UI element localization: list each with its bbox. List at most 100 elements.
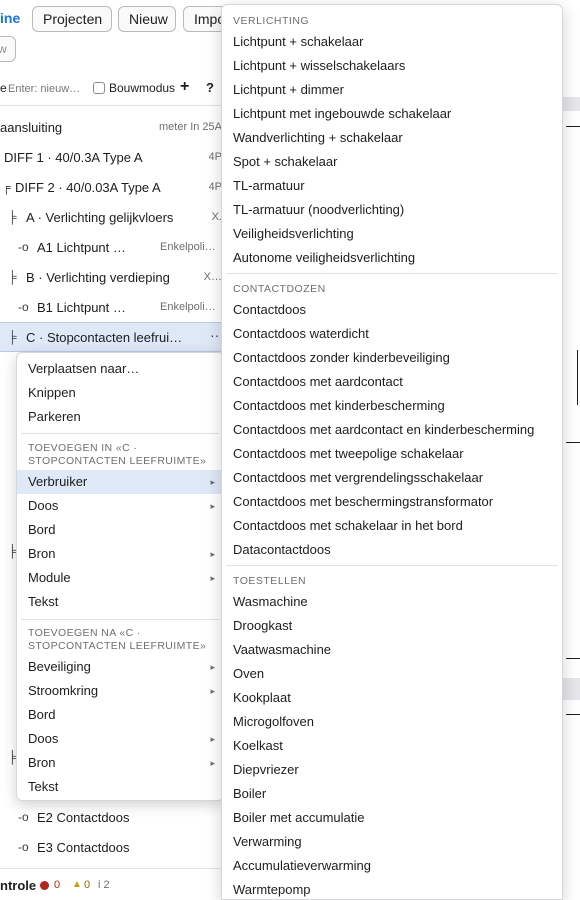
consumer-submenu: VERLICHTING Lichtpunt + schakelaar Licht… [221,4,563,900]
submenu-item[interactable]: Contactdoos [222,298,562,322]
menu-item-label: Bord [28,707,56,722]
menu-item-board[interactable]: Bord [17,518,223,542]
menu-item-move-to[interactable]: Verplaatsen naar… [17,357,223,381]
submenu-item[interactable]: Lichtpunt met ingebouwde schakelaar [222,102,562,126]
menu-item-text[interactable]: Tekst [17,590,223,614]
new-button[interactable]: Nieuw [118,6,176,32]
submenu-item[interactable]: Koelkast [222,734,562,758]
build-mode-checkbox[interactable] [93,82,105,94]
circuit-icon: ╞ [8,210,17,224]
row-label: C · Stopcontacten leefruimte [26,330,190,345]
menu-item-source[interactable]: Bron ▸ [17,751,223,775]
submenu-item[interactable]: Contactdoos met tweepolige schakelaar [222,442,562,466]
submenu-item[interactable]: Droogkast [222,614,562,638]
submenu-item[interactable]: Lichtpunt + dimmer [222,78,562,102]
tree-row-diff2[interactable]: ╒ DIFF 2 · 40/0.03A Type A 4P [0,174,228,202]
submenu-item[interactable]: Veiligheidsverlichting [222,222,562,246]
schematic-line [566,442,580,443]
tree-row-b1[interactable]: -o B1 Lichtpunt + schakelaar Enkelpoli… [0,294,228,322]
row-meta: Enkelpoli… [160,301,216,313]
help-icon[interactable]: ? [206,80,214,95]
tree-row-e2[interactable]: -o E2 Contactdoos [0,804,228,832]
menu-item-box[interactable]: Doos ▸ [17,727,223,751]
submenu-item[interactable]: Accumulatieverwarming [222,854,562,878]
submenu-item[interactable]: TL-armatuur (noodverlichting) [222,198,562,222]
submenu-item[interactable]: TL-armatuur [222,174,562,198]
menu-item-label: Doos [28,731,59,746]
projects-button[interactable]: Projecten [32,6,112,32]
submenu-item[interactable]: Boiler met accumulatie [222,806,562,830]
submenu-item[interactable]: Contactdoos met aardcontact [222,370,562,394]
submenu-item[interactable]: Autonome veiligheidsverlichting [222,246,562,270]
menu-divider [21,619,219,620]
chevron-right-icon: ▸ [210,477,215,487]
menu-divider [226,565,558,566]
submenu-item[interactable]: Contactdoos met beschermingstransformato… [222,490,562,514]
menu-item-cut[interactable]: Knippen [17,381,223,405]
menu-item-label: Tekst [28,779,59,794]
row-label: B1 Lichtpunt + schakelaar [37,300,129,315]
row-meta: 4P [208,181,222,193]
menu-item-protection[interactable]: Beveiliging ▸ [17,655,223,679]
menu-item-label: Module [28,570,71,585]
submenu-item[interactable]: Datacontactdoos [222,538,562,562]
submenu-item[interactable]: Kookplaat [222,686,562,710]
menu-item-label: Verbruiker [28,474,88,489]
tree-toolbar: e Bouwmodus + ? [0,76,230,102]
submenu-item[interactable]: Microgolfoven [222,710,562,734]
tree-row-circuit-a[interactable]: ╞ A · Verlichting gelijkvloers X. [0,204,228,232]
submenu-item[interactable]: Contactdoos met schakelaar in het bord [222,514,562,538]
error-count: 0 [54,879,61,891]
validation-status-bar[interactable]: ntrole 0 ▲ 0 i 2 [0,868,230,900]
app-brand: ine [0,10,21,26]
tree-row-e3[interactable]: -o E3 Contactdoos [0,834,228,862]
chevron-right-icon: ▸ [210,734,215,744]
submenu-item[interactable]: Vaatwasmachine [222,638,562,662]
menu-item-park[interactable]: Parkeren [17,405,223,429]
submenu-section-lighting: VERLICHTING [233,15,310,27]
submenu-item[interactable]: Warmtepomp [222,878,562,899]
menu-item-source[interactable]: Bron ▸ [17,542,223,566]
row-label: A1 Lichtpunt + schakelaar [37,240,129,255]
submenu-item[interactable]: Contactdoos waterdicht [222,322,562,346]
menu-item-board[interactable]: Bord [17,703,223,727]
menu-item-label: Doos [28,498,59,513]
tree-row-circuit-b[interactable]: ╞ B · Verlichting verdieping X… [0,264,228,292]
menu-item-text[interactable]: Tekst [17,775,223,799]
submenu-item[interactable]: Verwarming [222,830,562,854]
error-icon [40,881,49,890]
submenu-item[interactable]: Boiler [222,782,562,806]
menu-item-circuit[interactable]: Stroomkring ▸ [17,679,223,703]
submenu-item[interactable]: Contactdoos met vergrendelingsschakelaar [222,466,562,490]
tree-row-connection[interactable]: aansluiting meter In 25A [0,114,228,142]
row-meta: meter In 25A [159,121,222,133]
branch-icon: ╒ [2,180,11,194]
menu-item-label: Stroomkring [28,683,99,698]
submenu-item[interactable]: Wasmachine [222,590,562,614]
menu-item-label: Tekst [28,594,59,609]
tree-row-a1[interactable]: -o A1 Lichtpunt + schakelaar Enkelpoli… [0,234,228,262]
menu-item-label: Bron [28,755,56,770]
quick-add-input[interactable] [8,79,82,99]
menu-item-consumer[interactable]: Verbruiker ▸ [17,470,223,494]
secondary-toolbar-button[interactable]: w [0,36,16,62]
menu-item-label: Bord [28,522,56,537]
submenu-item[interactable]: Contactdoos met kinderbescherming [222,394,562,418]
submenu-item[interactable]: Diepvriezer [222,758,562,782]
submenu-item[interactable]: Lichtpunt + wisselschakelaars [222,54,562,78]
submenu-item[interactable]: Spot + schakelaar [222,150,562,174]
submenu-item[interactable]: Lichtpunt + schakelaar [222,30,562,54]
submenu-item[interactable]: Contactdoos met aardcontact en kinderbes… [222,418,562,442]
tree-row-diff1[interactable]: DIFF 1 · 40/0.3A Type A 4P [0,144,228,172]
submenu-item[interactable]: Wandverlichting + schakelaar [222,126,562,150]
add-icon[interactable]: + [180,78,189,96]
row-label: E3 Contactdoos [37,840,130,855]
submenu-item[interactable]: Oven [222,662,562,686]
row-meta: X… [203,271,222,283]
submenu-item[interactable]: Contactdoos zonder kinderbeveiliging [222,346,562,370]
menu-item-label: Bron [28,546,56,561]
menu-item-module[interactable]: Module ▸ [17,566,223,590]
menu-divider [21,433,219,434]
menu-item-box[interactable]: Doos ▸ [17,494,223,518]
tree-row-circuit-c[interactable]: ╞ C · Stopcontacten leefruimte ··· [0,322,228,352]
